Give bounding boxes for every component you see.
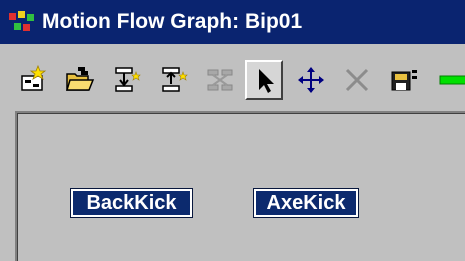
open-folder-icon [64,64,96,96]
motion-flow-graph-window: Motion Flow Graph: Bip01 BackKick AxeKic… [0,0,465,261]
create-motion-flow-button[interactable] [18,64,50,96]
delete-x-icon [341,64,373,96]
insert-transition-icon [158,64,190,96]
save-file-icon [388,64,420,96]
app-icon [8,8,36,36]
green-bar-icon [434,64,465,96]
select-arrow-icon [247,64,281,96]
optimize-transitions-icon [204,64,236,96]
more-button[interactable] [434,64,465,96]
select-button[interactable] [245,60,283,100]
move-cross-icon [295,64,327,96]
add-transition-button[interactable] [111,64,143,96]
save-button[interactable] [388,64,420,96]
motion-node[interactable]: AxeKick [253,188,359,218]
window-title: Motion Flow Graph: Bip01 [42,10,303,33]
open-button[interactable] [64,64,96,96]
node-label: BackKick [86,191,177,214]
create-motion-flow-icon [18,64,50,96]
node-label: AxeKick [266,191,346,214]
add-transition-icon [111,64,143,96]
move-button[interactable] [295,64,327,96]
delete-button[interactable] [341,64,373,96]
motion-node[interactable]: BackKick [70,188,193,218]
insert-transition-button[interactable] [158,64,190,96]
optimize-transitions-button[interactable] [204,64,236,96]
graph-canvas[interactable]: BackKick AxeKick [15,111,465,261]
title-bar[interactable]: Motion Flow Graph: Bip01 [0,0,465,44]
